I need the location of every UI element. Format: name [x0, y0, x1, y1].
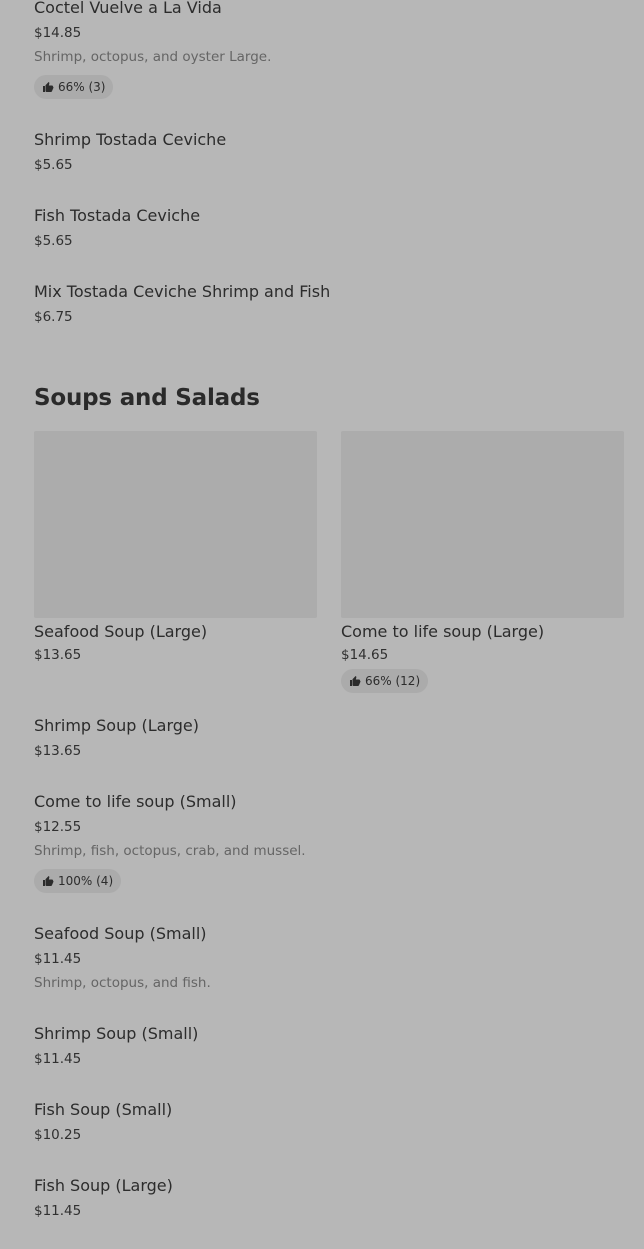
- thumbs-up-icon: [43, 82, 54, 92]
- menu-item-price: $13.65: [34, 647, 82, 663]
- rating-text: 66% (3): [58, 80, 106, 94]
- menu-item-price: $5.65: [34, 233, 73, 249]
- menu-item-price: $12.55: [34, 819, 82, 835]
- menu-item[interactable]: Come to life soup (Small) $12.55 Shrimp,…: [34, 792, 624, 894]
- item-image: [34, 431, 317, 618]
- rating-text: 66% (12): [365, 674, 421, 688]
- menu-item[interactable]: Fish Tostada Ceviche $5.65: [34, 206, 624, 254]
- thumbs-up-icon: [43, 876, 54, 886]
- menu-item-price: $5.65: [34, 157, 73, 173]
- menu-item[interactable]: Seafood Soup (Small) $11.45 Shrimp, octo…: [34, 924, 624, 996]
- menu-item[interactable]: Fish Soup (Small) $10.25: [34, 1100, 624, 1148]
- menu-item-price: $11.45: [34, 1051, 82, 1067]
- menu-item[interactable]: Shrimp Soup (Large) $13.65: [34, 716, 624, 764]
- menu-item-price: $14.85: [34, 25, 82, 41]
- menu-item-price: $13.65: [34, 743, 82, 759]
- menu-item-name: Coctel Vuelve a La Vida: [34, 0, 222, 17]
- menu-item-name: Fish Soup (Small): [34, 1100, 173, 1119]
- menu-item-name: Seafood Soup (Small): [34, 924, 207, 943]
- item-image: [341, 431, 624, 618]
- menu-item[interactable]: Fish Soup (Large) $11.45: [34, 1176, 624, 1224]
- menu-item-price: $6.75: [34, 309, 73, 325]
- menu-item-price: $11.45: [34, 1203, 82, 1219]
- menu-item-name: Come to life soup (Large): [341, 622, 545, 641]
- menu-item-description: Shrimp, fish, octopus, crab, and mussel.: [34, 843, 306, 859]
- menu-item-name: Fish Tostada Ceviche: [34, 206, 201, 225]
- menu-item-name: Mix Tostada Ceviche Shrimp and Fish: [34, 282, 331, 301]
- menu-item-name: Shrimp Tostada Ceviche: [34, 130, 227, 149]
- menu-item-name: Shrimp Soup (Small): [34, 1024, 199, 1043]
- featured-item-card[interactable]: Seafood Soup (Large) $13.65: [34, 431, 317, 671]
- menu-item-name: Come to life soup (Small): [34, 792, 237, 811]
- menu-item[interactable]: Coctel Vuelve a La Vida $14.85 Shrimp, o…: [34, 0, 624, 100]
- menu-item[interactable]: Shrimp Soup (Small) $11.45: [34, 1024, 624, 1072]
- rating-badge: 66% (3): [34, 75, 114, 99]
- rating-badge: 100% (4): [34, 869, 122, 893]
- featured-item-card[interactable]: Come to life soup (Large) $14.65 66% (12…: [341, 431, 624, 693]
- menu-item-name: Fish Soup (Large): [34, 1176, 173, 1195]
- menu-item-price: $14.65: [341, 647, 389, 663]
- menu-item-price: $10.25: [34, 1127, 82, 1143]
- menu-item-description: Shrimp, octopus, and fish.: [34, 975, 211, 991]
- menu-item-price: $11.45: [34, 951, 82, 967]
- rating-badge: 66% (12): [341, 669, 429, 693]
- menu-item-name: Seafood Soup (Large): [34, 622, 208, 641]
- thumbs-up-icon: [350, 676, 361, 686]
- menu-item-description: Shrimp, octopus, and oyster Large.: [34, 49, 272, 65]
- section-title: Soups and Salads: [34, 385, 260, 411]
- menu-item[interactable]: Mix Tostada Ceviche Shrimp and Fish $6.7…: [34, 282, 624, 330]
- menu-item[interactable]: Shrimp Tostada Ceviche $5.65: [34, 130, 624, 178]
- menu-item-name: Shrimp Soup (Large): [34, 716, 199, 735]
- rating-text: 100% (4): [58, 874, 114, 888]
